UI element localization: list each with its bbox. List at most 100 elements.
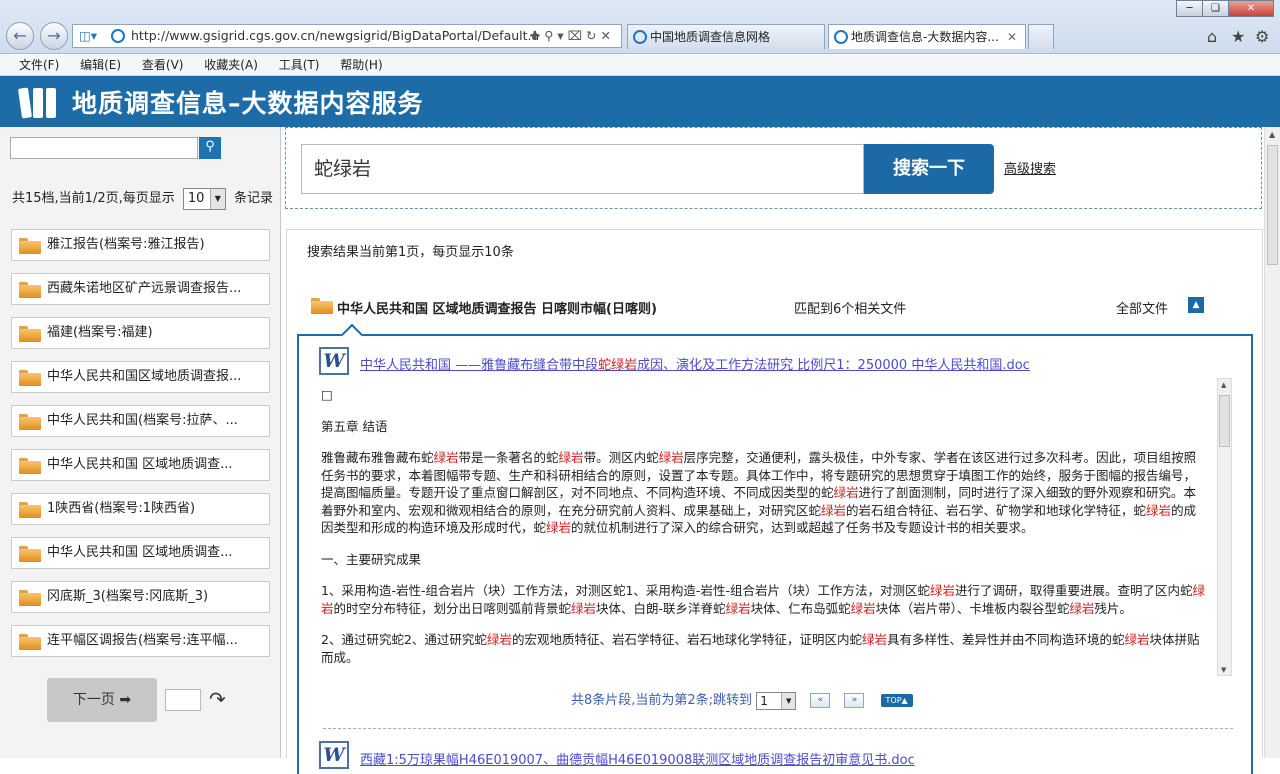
settings-gear-icon[interactable]: ⚙ [1255, 27, 1269, 46]
ie-tab-icon [633, 30, 647, 44]
text-segment: 块体、仁布岛弧蛇 [750, 600, 851, 616]
text-segment: 的宏观地质特征、岩石学特征、岩石地球化学特征，证明区内蛇 [511, 632, 862, 647]
keyword-highlight: 绿岩 [850, 600, 876, 616]
archive-list-item[interactable]: 1陕西省(档案号:1陕西省) [11, 493, 270, 525]
search-area: 蛇绿岩 搜索一下 高级搜索 [285, 127, 1262, 209]
next-fragment-icon[interactable]: » [844, 693, 865, 708]
result-card: W 中华人民共和国 ——雅鲁藏布缝合带中段蛇绿岩成因、演化及工作方法研究 比例尺… [297, 323, 1253, 774]
jump-arrow-icon[interactable]: ↷ [209, 687, 226, 711]
archive-list-item[interactable]: 中华人民共和国 区域地质调查... [11, 537, 270, 569]
home-icon[interactable]: ⌂ [1207, 27, 1217, 46]
menu-bar: 文件(F) 编辑(E) 查看(V) 收藏夹(A) 工具(T) 帮助(H) [0, 55, 1280, 76]
folder-icon [19, 282, 41, 298]
archive-list-item[interactable]: 雅江报告(档案号:雅江报告) [11, 229, 270, 261]
back-icon[interactable]: ← [6, 22, 34, 50]
maximize-icon[interactable]: ❏ [1202, 0, 1229, 17]
scroll-thumb[interactable] [1219, 395, 1230, 447]
search-icon: ⚲ [205, 139, 215, 154]
next-page-button[interactable]: 下一页 ➡ [47, 678, 157, 722]
favorites-star-icon[interactable]: ★ [1231, 27, 1245, 46]
text-segment: 的岩石组合特征、岩石学、矿物学和地球化学特征，蛇 [846, 502, 1147, 518]
chevron-down-icon: ▼ [209, 188, 225, 209]
all-files-link[interactable]: 全部文件 [1116, 298, 1168, 317]
text-segment: 带。测区内蛇 [583, 450, 659, 465]
pager-value: 1 [760, 693, 768, 708]
keyword-highlight: 绿岩 [1124, 632, 1150, 647]
scroll-thumb[interactable] [1267, 145, 1278, 265]
text-segment: 2、通过研究蛇2、通过研究蛇 [321, 632, 487, 647]
page-size-select[interactable]: 10 ▼ [182, 187, 226, 210]
archive-list-item[interactable]: 连平幅区调报告(档案号:连平幅... [11, 625, 270, 657]
top-button[interactable]: TOP▲ [880, 694, 913, 707]
page-size-value: 10 [187, 190, 205, 206]
doc-title-link[interactable]: 中华人民共和国 ——雅鲁藏布缝合带中段蛇绿岩成因、演化及工作方法研究 比例尺1：… [360, 354, 1030, 373]
scroll-up-icon[interactable]: ▲ [1269, 130, 1275, 139]
menu-tools[interactable]: 工具(T) [279, 58, 320, 72]
result-divider [323, 728, 1233, 729]
scroll-up-icon[interactable]: ▲ [1221, 381, 1226, 389]
snippet-scrollbar[interactable]: ▲ ▼ [1217, 378, 1232, 676]
word-doc-icon: W [319, 347, 349, 375]
prev-fragment-icon[interactable]: « [810, 693, 831, 708]
tab-label: 地质调查信息-大数据内容... [851, 30, 999, 44]
archive-list-item[interactable]: 冈底斯_3(档案号:冈底斯_3) [11, 581, 270, 613]
archive-list-item[interactable]: 中华人民共和国区域地质调查报... [11, 361, 270, 393]
card-notch [340, 323, 364, 347]
archive-list-item[interactable]: 西藏朱诺地区矿产远景调查报告... [11, 273, 270, 305]
pager-select[interactable]: 1 ▼ [756, 691, 797, 710]
keyword-highlight: 绿岩 [1146, 502, 1172, 518]
main-search-input[interactable]: 蛇绿岩 [301, 144, 864, 194]
address-bar[interactable]: ◫▾ http://www.gsigrid.cgs.gov.cn/newgsig… [72, 24, 622, 48]
site-shield-icon: ◫▾ [79, 28, 98, 43]
forward-icon[interactable]: → [40, 22, 68, 50]
archive-item-label: 中华人民共和国区域地质调查报... [47, 369, 242, 384]
doc-snippet: □ 第五章 结语 雅鲁藏布雅鲁藏布蛇绿岩带是一条著名的蛇绿岩带。测区内蛇绿岩层序… [321, 386, 1207, 676]
address-url: http://www.gsigrid.cgs.gov.cn/newgsigrid… [131, 28, 540, 43]
collapse-up-icon[interactable]: ▲ [1188, 297, 1204, 313]
minimize-icon[interactable]: ─ [1176, 0, 1203, 17]
folder-icon [19, 590, 41, 606]
tab-close-icon[interactable]: ✕ [1007, 25, 1017, 49]
ie-tab-icon [834, 30, 848, 44]
folder-icon [311, 298, 333, 314]
menu-view[interactable]: 查看(V) [142, 58, 184, 72]
archive-item-label: 福建(档案号:福建) [47, 325, 153, 340]
jump-page-input[interactable] [165, 689, 201, 711]
window-close-icon[interactable]: ✕ [1228, 0, 1274, 17]
tab-gsigrid[interactable]: 中国地质调查信息网格 [627, 24, 825, 49]
folder-icon [19, 414, 41, 430]
archive-item-label: 1陕西省(档案号:1陕西省) [47, 501, 196, 516]
address-tools[interactable]: ✚⚲▾⌧↻✕ [530, 25, 615, 47]
archive-list-item[interactable]: 中华人民共和国(档案号:拉萨、... [11, 405, 270, 437]
archive-item-label: 中华人民共和国 区域地质调查... [47, 457, 233, 472]
search-button[interactable]: 搜索一下 [864, 144, 994, 194]
doc-chapter: 第五章 结语 [321, 418, 388, 434]
site-header: 地质调查信息–大数据内容服务 [0, 76, 1280, 127]
text-segment: 的时空分布特征，划分出日喀则弧前背景蛇 [333, 600, 572, 616]
new-tab-button[interactable] [1028, 24, 1054, 49]
archive-item-label: 连平幅区调报告(档案号:连平幅... [47, 633, 238, 648]
menu-file[interactable]: 文件(F) [19, 58, 59, 72]
archive-item-label: 西藏朱诺地区矿产远景调查报告... [47, 281, 242, 296]
folder-icon [19, 502, 41, 518]
result-group-title[interactable]: 中华人民共和国 区域地质调查报告 日喀则市幅(日喀则) [337, 298, 657, 317]
archive-list-item[interactable]: 中华人民共和国 区域地质调查... [11, 449, 270, 481]
result-match-count: 匹配到6个相关文件 [794, 302, 907, 317]
results-panel: 搜索结果当前第1页，每页显示10条 中华人民共和国 区域地质调查报告 日喀则市幅… [286, 229, 1263, 774]
text-segment: 具有多样性、差异性并由不同构造环境的蛇 [886, 632, 1125, 647]
menu-favorites[interactable]: 收藏夹(A) [204, 58, 258, 72]
advanced-search-link[interactable]: 高级搜索 [1004, 158, 1056, 177]
left-search-input[interactable] [10, 137, 198, 159]
left-search-button[interactable]: ⚲ [199, 137, 221, 159]
page-scrollbar[interactable]: ▲ [1264, 127, 1280, 758]
archive-list-item[interactable]: 福建(档案号:福建) [11, 317, 270, 349]
doc-paragraph: 雅鲁藏布雅鲁藏布蛇绿岩带是一条著名的蛇绿岩带。测区内蛇绿岩层序完整，交通便利，露… [321, 449, 1207, 537]
tab-bigdata[interactable]: 地质调查信息-大数据内容... ✕ [828, 24, 1026, 49]
menu-edit[interactable]: 编辑(E) [80, 58, 121, 72]
keyword-highlight: 绿岩 [546, 520, 572, 535]
keyword-highlight: 绿岩 [558, 450, 584, 465]
menu-help[interactable]: 帮助(H) [340, 58, 382, 72]
folder-icon [19, 634, 41, 650]
scroll-down-icon[interactable]: ▼ [1221, 666, 1226, 674]
doc-title-link[interactable]: 西藏1:5万琼果幅H46E019007、曲德贡幅H46E019008联测区域地质… [360, 749, 915, 768]
